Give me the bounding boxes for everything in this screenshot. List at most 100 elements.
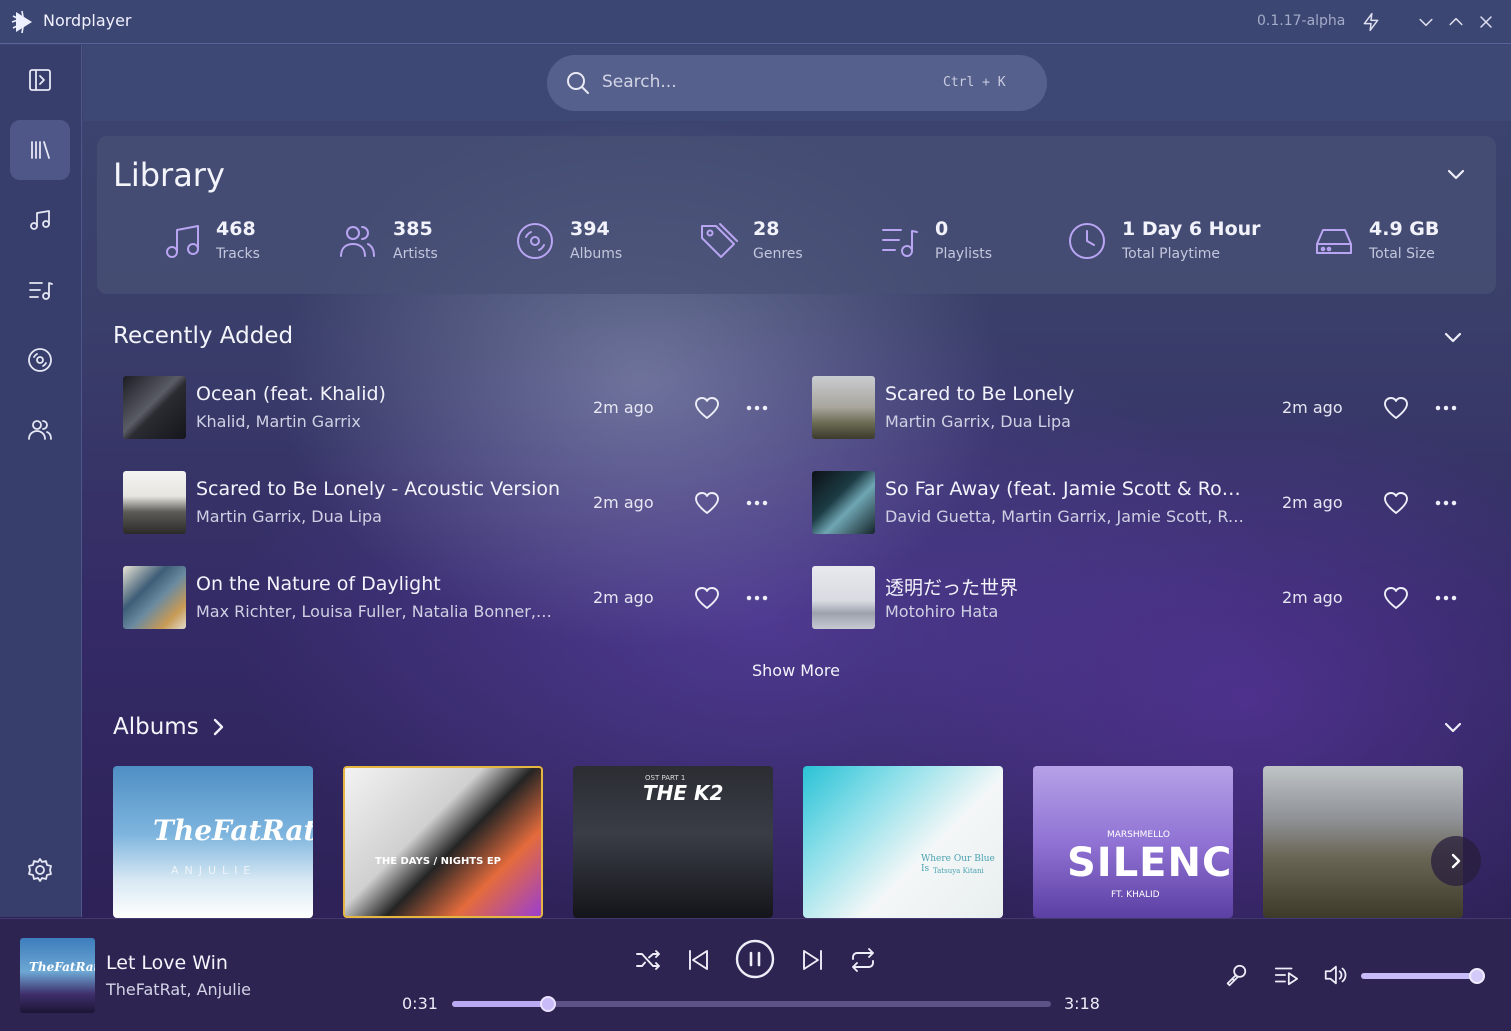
seek-handle[interactable] (539, 996, 556, 1012)
stat-label: Playlists (935, 246, 993, 262)
track-row[interactable]: 透明だった世界 Motohiro Hata 2m ago (812, 566, 1472, 630)
users-icon (340, 226, 375, 257)
album-cover-text: THE DAYS / NIGHTS EP (375, 856, 501, 867)
stat-value: 4.9 GB (1369, 218, 1440, 240)
recently-added-collapse-button[interactable] (1441, 325, 1465, 349)
close-button[interactable] (1474, 10, 1498, 34)
track-added-time: 2m ago (1282, 398, 1343, 417)
track-added-time: 2m ago (1282, 493, 1343, 512)
stat-label: Tracks (216, 246, 260, 262)
track-row[interactable]: On the Nature of Daylight Max Richter, L… (123, 566, 783, 630)
next-button[interactable] (798, 945, 828, 975)
track-row[interactable]: Scared to Be Lonely Martin Garrix, Dua L… (812, 376, 1472, 440)
albums-title-link[interactable]: Albums (113, 714, 229, 740)
album-card[interactable]: TheFatRat ANJULIE (113, 766, 313, 918)
favorite-button[interactable] (1382, 489, 1410, 517)
repeat-button[interactable] (848, 945, 878, 975)
heart-icon (695, 397, 719, 419)
play-pause-button[interactable] (735, 939, 775, 979)
album-card[interactable]: MARSHMELLO SILENCE FT. KHALID (1033, 766, 1233, 918)
now-playing-artists[interactable]: TheFatRat, Anjulie (106, 980, 251, 999)
chevron-down-icon (1447, 169, 1465, 180)
minimize-button[interactable] (1414, 10, 1438, 34)
track-cover (812, 471, 875, 534)
favorite-button[interactable] (693, 489, 721, 517)
search-input[interactable]: Search... Ctrl + K (547, 55, 1047, 111)
lyrics-button[interactable] (1221, 960, 1251, 990)
playlist-icon (882, 229, 918, 257)
now-playing-cover[interactable]: TheFatRat (20, 938, 95, 1013)
favorite-button[interactable] (1382, 584, 1410, 612)
track-title: Ocean (feat. Khalid) (196, 383, 386, 405)
lightning-icon[interactable] (1359, 10, 1383, 34)
previous-button[interactable] (683, 945, 713, 975)
more-icon (746, 595, 768, 601)
favorite-button[interactable] (693, 394, 721, 422)
player-bar: TheFatRat Let Love Win TheFatRat, Anjuli… (0, 918, 1511, 1031)
album-card[interactable]: THE DAYS / NIGHTS EP (343, 766, 543, 918)
search-shortcut: Ctrl + K (943, 75, 1006, 90)
seek-bar-fill (452, 1001, 548, 1007)
volume-icon (1324, 965, 1347, 985)
more-options-button[interactable] (1432, 489, 1460, 517)
recently-added-title: Recently Added (113, 323, 294, 349)
volume-slider[interactable] (1361, 968, 1485, 984)
track-row[interactable]: So Far Away (feat. Jamie Scott & Romy ..… (812, 471, 1472, 535)
search-icon (567, 72, 589, 94)
albums-collapse-button[interactable] (1441, 715, 1465, 739)
duration-time: 3:18 (1064, 994, 1100, 1013)
more-options-button[interactable] (1432, 394, 1460, 422)
track-row[interactable]: Scared to Be Lonely - Acoustic Version M… (123, 471, 783, 535)
settings-button[interactable] (10, 840, 70, 900)
stat-value: 1 Day 6 Hour (1122, 218, 1261, 240)
skip-back-icon (689, 950, 708, 970)
more-options-button[interactable] (743, 394, 771, 422)
favorite-button[interactable] (693, 584, 721, 612)
stat-label: Total Size (1369, 246, 1435, 262)
heart-icon (695, 587, 719, 609)
volume-handle[interactable] (1469, 968, 1485, 984)
volume-button[interactable] (1320, 960, 1350, 990)
more-options-button[interactable] (743, 584, 771, 612)
album-cover-subtext: ANJULIE (171, 864, 257, 877)
sidebar-item-artists[interactable] (10, 400, 70, 460)
show-more-button[interactable]: Show More (752, 661, 840, 680)
library-collapse-button[interactable] (1444, 162, 1468, 186)
album-card[interactable] (1263, 766, 1463, 918)
drive-icon (1316, 229, 1352, 254)
favorite-button[interactable] (1382, 394, 1410, 422)
queue-button[interactable] (1271, 960, 1301, 990)
volume-slider-fill (1361, 973, 1479, 979)
album-card[interactable]: Where Our Blue Is Tatsuya Kitani (803, 766, 1003, 918)
now-playing-title[interactable]: Let Love Win (106, 952, 228, 974)
tag-icon (701, 223, 738, 258)
disc-icon (517, 223, 553, 259)
now-playing-cover-text: TheFatRat (29, 960, 95, 974)
sidebar-item-library[interactable] (10, 120, 70, 180)
sidebar-toggle-button[interactable] (10, 50, 70, 110)
library-panel: Library 468 Tracks 385 Artists 394 Album… (97, 136, 1496, 294)
track-added-time: 2m ago (593, 493, 654, 512)
track-title: So Far Away (feat. Jamie Scott & Romy ..… (885, 478, 1255, 500)
track-row[interactable]: Ocean (feat. Khalid) Khalid, Martin Garr… (123, 376, 783, 440)
shuffle-button[interactable] (633, 945, 663, 975)
heart-icon (1384, 587, 1408, 609)
stat-label: Artists (393, 246, 438, 262)
album-card[interactable]: OST PART 1 THE K2 (573, 766, 773, 918)
track-artists: Khalid, Martin Garrix (196, 412, 361, 431)
music-note-icon (30, 210, 50, 230)
sidebar-item-playlists[interactable] (10, 260, 70, 320)
sidebar-item-albums[interactable] (10, 330, 70, 390)
albums-next-button[interactable] (1431, 836, 1481, 886)
sidebar-item-tracks[interactable] (10, 190, 70, 250)
track-added-time: 2m ago (593, 398, 654, 417)
more-icon (1435, 405, 1457, 411)
seek-bar[interactable] (452, 996, 1051, 1012)
stat-value: 468 (216, 218, 256, 240)
chevron-down-icon (1444, 332, 1462, 343)
maximize-button[interactable] (1444, 10, 1468, 34)
more-options-button[interactable] (1432, 584, 1460, 612)
app-title: Nordplayer (43, 11, 132, 30)
more-options-button[interactable] (743, 489, 771, 517)
pause-icon (735, 939, 775, 979)
